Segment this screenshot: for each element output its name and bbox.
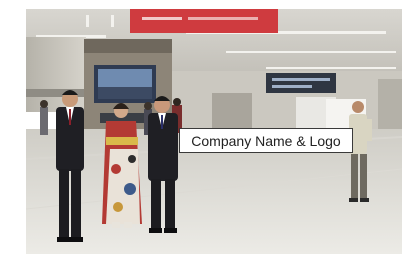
- sign-text: Company Name & Logo: [191, 132, 341, 149]
- person-woman-kimono: [102, 103, 142, 228]
- direction-sign: [266, 73, 336, 93]
- red-banner: [130, 9, 278, 33]
- company-sign: Company Name & Logo: [179, 128, 353, 153]
- image-frame: Company Name & Logo: [0, 0, 418, 263]
